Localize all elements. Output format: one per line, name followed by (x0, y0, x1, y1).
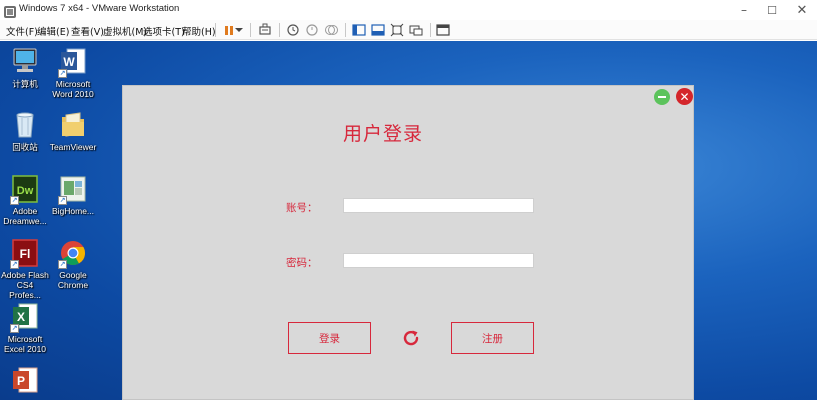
account-input[interactable] (343, 198, 534, 213)
chrome-icon: ↗ (58, 237, 88, 269)
snapshot-icon[interactable] (284, 22, 302, 38)
toolbar-divider (279, 23, 280, 37)
full-screen-icon[interactable] (407, 22, 425, 38)
svg-text:X: X (17, 310, 25, 324)
maximize-window-button[interactable]: ☐ (757, 0, 787, 20)
svg-text:Dw: Dw (17, 185, 34, 197)
toolbar-divider (430, 23, 431, 37)
excel-icon: X ↗ (10, 301, 40, 333)
desktop-icon-teamviewer[interactable]: TeamViewer (48, 109, 98, 152)
minimize-window-button[interactable]: – (729, 0, 759, 20)
vmware-logo-icon (4, 3, 16, 18)
desktop-icon-label: Google Chrome (57, 270, 89, 290)
menu-vm[interactable]: 虚拟机(M) (103, 24, 147, 38)
vmware-titlebar: Windows 7 x64 - VMware Workstation – ☐ ✕ (0, 0, 817, 20)
svg-text:Fl: Fl (20, 247, 31, 261)
thumbnail-icon[interactable] (369, 22, 387, 38)
send-keys-icon[interactable] (256, 22, 274, 38)
menu-file[interactable]: 文件(F) (6, 24, 38, 38)
login-dialog: ✕ 用户登录 账号： 密码： 登录 注册 (122, 85, 694, 400)
desktop-icon-powerpoint[interactable]: P (0, 365, 50, 398)
toolbar-divider (345, 23, 346, 37)
revert-snapshot-icon[interactable] (303, 22, 321, 38)
password-label: 密码： (286, 257, 318, 269)
register-button[interactable]: 注册 (451, 322, 534, 354)
guest-desktop: 计算机 W ↗ Microsoft Word 2010 回收站 TeamView… (0, 41, 817, 400)
shortcut-arrow-icon: ↗ (10, 324, 19, 333)
computer-icon (10, 46, 40, 78)
desktop-icon-chrome[interactable]: ↗ Google Chrome (48, 237, 98, 290)
desktop-icon-computer[interactable]: 计算机 (0, 46, 50, 89)
desktop-icon-recycle-bin[interactable]: 回收站 (0, 109, 50, 152)
desktop-icon-label: Adobe Flash CS4 Profes... (1, 270, 49, 300)
account-label: 账号： (286, 202, 318, 214)
desktop-icon-label: Adobe Dreamwe... (3, 206, 47, 226)
login-title: 用户登录 (343, 123, 424, 145)
desktop-icon-label: 计算机 (12, 79, 38, 89)
menu-toolbar: 文件(F) 编辑(E) 查看(V) 虚拟机(M) 选项卡(T) 帮助(H) (0, 20, 817, 40)
desktop-icon-label: 回收站 (12, 142, 38, 152)
close-icon[interactable]: ✕ (676, 88, 693, 105)
desktop-icon-dreamweaver[interactable]: Dw ↗ Adobe Dreamwe... (0, 173, 50, 226)
folder-icon (58, 109, 88, 141)
minimize-icon[interactable] (654, 89, 670, 105)
close-window-button[interactable]: ✕ (787, 0, 817, 20)
menu-edit[interactable]: 编辑(E) (37, 24, 69, 38)
shortcut-arrow-icon: ↗ (58, 69, 67, 78)
dropdown-arrow-icon[interactable] (233, 22, 245, 38)
sidebar-icon[interactable] (350, 22, 368, 38)
menu-tabs[interactable]: 选项卡(T) (143, 24, 185, 38)
unity-icon[interactable] (434, 22, 452, 38)
desktop-icon-bighome[interactable]: ↗ BigHome... (48, 173, 98, 216)
desktop-icon-label: Microsoft Excel 2010 (3, 334, 47, 354)
shortcut-arrow-icon: ↗ (58, 260, 67, 269)
menu-help[interactable]: 帮助(H) (182, 24, 216, 38)
toolbar-divider (250, 23, 251, 37)
password-input[interactable] (343, 253, 534, 268)
word-icon: W ↗ (58, 46, 88, 78)
desktop-icon-excel[interactable]: X ↗ Microsoft Excel 2010 (0, 301, 50, 354)
flash-icon: Fl ↗ (10, 237, 40, 269)
window-title: Windows 7 x64 - VMware Workstation (19, 3, 180, 14)
svg-text:P: P (17, 374, 25, 388)
bighome-icon: ↗ (58, 173, 88, 205)
recycle-bin-icon (10, 109, 40, 141)
refresh-icon[interactable] (400, 327, 422, 349)
desktop-icon-label: TeamViewer (49, 142, 97, 152)
fit-guest-icon[interactable] (388, 22, 406, 38)
toolbar-divider (215, 23, 216, 37)
desktop-icon-word[interactable]: W ↗ Microsoft Word 2010 (48, 46, 98, 99)
desktop-icon-flash[interactable]: Fl ↗ Adobe Flash CS4 Profes... (0, 237, 50, 300)
shortcut-arrow-icon: ↗ (10, 260, 19, 269)
svg-text:W: W (63, 55, 75, 69)
shortcut-arrow-icon: ↗ (58, 196, 67, 205)
shortcut-arrow-icon: ↗ (10, 196, 19, 205)
dreamweaver-icon: Dw ↗ (10, 173, 40, 205)
desktop-icon-label: Microsoft Word 2010 (52, 79, 94, 99)
menu-view[interactable]: 查看(V) (71, 24, 104, 38)
powerpoint-icon: P (10, 365, 40, 397)
manage-snapshots-icon[interactable] (322, 22, 340, 38)
desktop-icon-label: BigHome... (51, 206, 95, 216)
login-button[interactable]: 登录 (288, 322, 371, 354)
